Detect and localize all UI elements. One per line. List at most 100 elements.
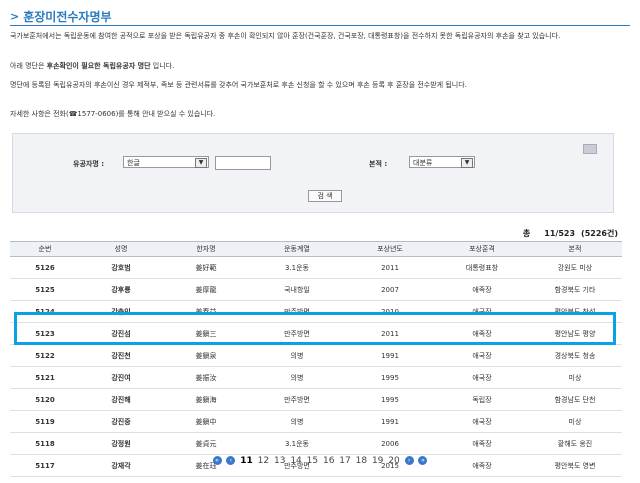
- cell-year: 1995: [344, 366, 436, 389]
- cell-movement: 의병: [250, 366, 344, 389]
- cell-origin: 함경북도 기타: [528, 278, 622, 301]
- language-select[interactable]: 한글 ▼: [123, 156, 209, 168]
- cell-name[interactable]: 강진천: [80, 344, 162, 367]
- intro-paragraph-2: 아래 명단은 후손확인이 필요한 독립유공자 명단 입니다.: [10, 61, 626, 71]
- cell-movement: 의병: [250, 344, 344, 367]
- cell-award: 애국장: [436, 366, 528, 389]
- cell-name[interactable]: 강진해: [80, 388, 162, 411]
- intro-paragraph-3: 명단에 등록된 독립유공자의 후손이신 경우 제적부, 족보 등 관련서류를 갖…: [10, 81, 467, 89]
- page-info: 11/523: [544, 229, 576, 238]
- result-count: 총 11/523 (5226건): [517, 228, 618, 239]
- total-count: (5226건): [581, 229, 618, 238]
- bonjeok-label: 본적 :: [369, 160, 388, 168]
- cell-year: 1991: [344, 410, 436, 433]
- search-button[interactable]: 검 색: [308, 190, 342, 202]
- col-header-award: 포상훈격: [436, 241, 528, 257]
- page-link[interactable]: 18: [356, 456, 367, 466]
- cell-hanja: 姜鎭中: [162, 410, 250, 433]
- intro-paragraph-1: 국가보훈처에서는 독립운동에 참여한 공적으로 포상을 받은 독립유공자 중 후…: [10, 32, 561, 40]
- intro-2-bold: 후손확인이 필요한 독립유공자 명단: [46, 62, 151, 70]
- results-table: 순번 성명 한자명 운동계열 포상년도 포상훈격 본적 5126 강호범 姜好範…: [10, 241, 622, 477]
- cell-name[interactable]: 강정원: [80, 432, 162, 455]
- pagination: « ‹ 11 12 13 14 15 16 17 18 19 20 › »: [0, 456, 640, 466]
- page-title-text: 훈장미전수자명부: [23, 10, 112, 24]
- cell-hanja: 姜鎭海: [162, 388, 250, 411]
- panel-collapse-button[interactable]: [583, 144, 597, 154]
- intro-2-pre: 아래 명단은: [10, 62, 47, 70]
- intro-2-post: 입니다.: [150, 62, 175, 70]
- page-link[interactable]: 14: [290, 456, 301, 466]
- cell-hanja: 姜厚龍: [162, 278, 250, 301]
- cell-name[interactable]: 강진중: [80, 410, 162, 433]
- cell-seq: 5121: [10, 366, 80, 389]
- first-page-icon[interactable]: «: [212, 456, 222, 465]
- table-row[interactable]: 5121 강진여 姜振汝 의병 1995 애국장 미상: [10, 366, 622, 389]
- cell-name[interactable]: 강진여: [80, 366, 162, 389]
- col-header-name: 성명: [80, 241, 162, 257]
- cell-year: 1995: [344, 388, 436, 411]
- table-row[interactable]: 5122 강진천 姜鎭泉 의병 1991 애국장 경상북도 청송: [10, 344, 622, 367]
- cell-movement: 3.1운동: [250, 256, 344, 279]
- cell-hanja: 姜鎭泉: [162, 344, 250, 367]
- intro-paragraph-4: 자세한 사항은 전화(☎1577-0606)를 통해 안내 받으실 수 있습니다…: [10, 110, 216, 118]
- cell-hanja: 姜好範: [162, 256, 250, 279]
- cell-seq: 5120: [10, 388, 80, 411]
- cell-movement: 의병: [250, 410, 344, 433]
- cell-origin: 강원도 미상: [528, 256, 622, 279]
- col-header-year: 포상년도: [344, 241, 436, 257]
- search-panel: 유공자명 : 한글 ▼ 본적 : 대분류 ▼ 검 색: [12, 133, 614, 213]
- bonjeok-select[interactable]: 대분류 ▼: [409, 156, 475, 168]
- title-divider: [10, 25, 630, 26]
- page-link[interactable]: 15: [307, 456, 318, 466]
- cell-name[interactable]: 강후룡: [80, 278, 162, 301]
- table-row[interactable]: 5119 강진중 姜鎭中 의병 1991 애국장 미상: [10, 410, 622, 433]
- col-header-seq: 순번: [10, 241, 80, 257]
- cell-movement: 만주방면: [250, 388, 344, 411]
- cell-name[interactable]: 강호범: [80, 256, 162, 279]
- cell-year: 2007: [344, 278, 436, 301]
- cell-hanja: 姜振汝: [162, 366, 250, 389]
- next-page-icon[interactable]: ›: [404, 456, 414, 465]
- chevron-right-icon: >: [10, 10, 20, 23]
- cell-year: 1991: [344, 344, 436, 367]
- search-row: 유공자명 : 한글 ▼ 본적 : 대분류 ▼: [13, 156, 613, 172]
- highlighted-rows-box: [14, 312, 616, 345]
- col-header-hanja: 한자명: [162, 241, 250, 257]
- table-header-row: 순번 성명 한자명 운동계열 포상년도 포상훈격 본적: [10, 241, 622, 257]
- page-link-current[interactable]: 11: [240, 456, 253, 466]
- table-row[interactable]: 5118 강정원 姜貞元 3.1운동 2006 애족장 황해도 옹진: [10, 432, 622, 455]
- name-input[interactable]: [215, 156, 271, 170]
- cell-award: 독립장: [436, 388, 528, 411]
- page-link[interactable]: 20: [388, 456, 399, 466]
- cell-hanja: 姜貞元: [162, 432, 250, 455]
- page-link[interactable]: 16: [323, 456, 334, 466]
- cell-origin: 미상: [528, 366, 622, 389]
- cell-origin: 경상북도 청송: [528, 344, 622, 367]
- prev-page-icon[interactable]: ‹: [226, 456, 236, 465]
- table-row[interactable]: 5125 강후룡 姜厚龍 국내항일 2007 애족장 함경북도 기타: [10, 278, 622, 301]
- cell-year: 2011: [344, 256, 436, 279]
- col-header-origin: 본적: [528, 241, 622, 257]
- cell-seq: 5122: [10, 344, 80, 367]
- cell-year: 2006: [344, 432, 436, 455]
- page-link[interactable]: 19: [372, 456, 383, 466]
- cell-seq: 5126: [10, 256, 80, 279]
- cell-origin: 황해도 옹진: [528, 432, 622, 455]
- page-link[interactable]: 13: [274, 456, 285, 466]
- cell-award: 대통령표창: [436, 256, 528, 279]
- last-page-icon[interactable]: »: [418, 456, 428, 465]
- cell-award: 애국장: [436, 410, 528, 433]
- page-link[interactable]: 12: [258, 456, 269, 466]
- cell-seq: 5125: [10, 278, 80, 301]
- cell-seq: 5118: [10, 432, 80, 455]
- page-title: > 훈장미전수자명부: [10, 8, 112, 25]
- table-row[interactable]: 5126 강호범 姜好範 3.1운동 2011 대통령표창 강원도 미상: [10, 256, 622, 279]
- cell-origin: 미상: [528, 410, 622, 433]
- cell-award: 애족장: [436, 432, 528, 455]
- cell-origin: 함경남도 단천: [528, 388, 622, 411]
- cell-award: 애족장: [436, 278, 528, 301]
- table-row[interactable]: 5120 강진해 姜鎭海 만주방면 1995 독립장 함경남도 단천: [10, 388, 622, 411]
- cell-award: 애국장: [436, 344, 528, 367]
- page-link[interactable]: 17: [339, 456, 350, 466]
- cell-seq: 5119: [10, 410, 80, 433]
